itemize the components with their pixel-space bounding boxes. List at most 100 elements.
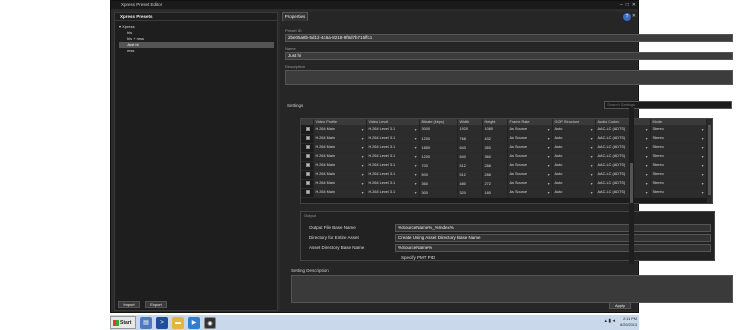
table-cell[interactable]: Auto: [552, 188, 596, 198]
table-row[interactable]: H.264 MainH.264 Level 3.11200640360As So…: [301, 152, 707, 162]
close-window-button[interactable]: ✕: [632, 2, 636, 8]
table-cell[interactable]: H.264 Main: [313, 179, 367, 189]
table-cell[interactable]: H.264 Level 3.1: [366, 179, 420, 189]
start-button[interactable]: Start: [110, 316, 136, 329]
table-row[interactable]: H.264 MainH.264 Level 3.1360480272As Sou…: [301, 179, 707, 189]
table-cell[interactable]: AAC-LC (ADTS): [595, 170, 651, 180]
table-cell[interactable]: Stereo: [650, 170, 707, 180]
table-cell[interactable]: As Source: [507, 125, 553, 135]
close-icon[interactable]: ✕: [632, 13, 636, 19]
minimize-button[interactable]: –: [620, 2, 623, 8]
table-cell[interactable]: 320: [457, 188, 483, 198]
settings-scrollbar[interactable]: [629, 108, 634, 264]
preset-id-field[interactable]: 2be05a8b-5d12-4c6a-8218-9f9d7b715ffc1: [285, 34, 733, 42]
table-cell[interactable]: Stereo: [650, 143, 707, 153]
table-cell[interactable]: H.264 Level 3.1: [366, 170, 420, 180]
table-cell[interactable]: As Source: [507, 134, 553, 144]
table-row[interactable]: H.264 MainH.264 Level 3.1300019201080As …: [301, 125, 707, 135]
table-cell[interactable]: 1200: [419, 134, 458, 144]
table-cell[interactable]: 288: [482, 170, 508, 180]
folder-icon[interactable]: ▬: [172, 317, 184, 329]
table-cell[interactable]: 700: [419, 161, 458, 171]
search-settings-input[interactable]: Search Settings: [604, 101, 732, 109]
server-manager-icon[interactable]: ▤: [140, 317, 152, 329]
table-cell[interactable]: Auto: [552, 125, 596, 135]
table-cell[interactable]: As Source: [507, 143, 553, 153]
table-cell[interactable]: As Source: [507, 188, 553, 198]
table-cell[interactable]: H.264 Level 3.1: [366, 161, 420, 171]
table-cell[interactable]: AAC-LC (ADTS): [595, 125, 651, 135]
table-cell[interactable]: 3000: [419, 125, 458, 135]
table-cell[interactable]: 512: [457, 170, 483, 180]
table-cell[interactable]: H.264 Level 3.1: [366, 143, 420, 153]
table-cell[interactable]: 1200: [419, 152, 458, 162]
table-cell[interactable]: 500: [419, 170, 458, 180]
table-cell[interactable]: Auto: [552, 143, 596, 153]
table-row[interactable]: H.264 MainH.264 Level 3.1300320180As Sou…: [301, 188, 707, 198]
table-cell[interactable]: H.264 Main: [313, 152, 367, 162]
maximize-button[interactable]: □: [626, 2, 629, 8]
media-player-icon[interactable]: ▶: [188, 317, 200, 329]
table-row[interactable]: H.264 MainH.264 Level 3.11200768432As So…: [301, 134, 707, 144]
checkbox-icon[interactable]: [305, 181, 310, 185]
row-checkbox[interactable]: [301, 152, 314, 162]
pmt-pid-label[interactable]: Specify PMT PID: [401, 255, 435, 260]
table-row[interactable]: H.264 MainH.264 Level 3.1700512288As Sou…: [301, 161, 707, 171]
directory-select[interactable]: Create Using Asset Directory Base Name: [395, 234, 711, 242]
table-cell[interactable]: H.264 Main: [313, 161, 367, 171]
table-cell[interactable]: Stereo: [650, 188, 707, 198]
table-cell[interactable]: H.264 Level 3.1: [366, 152, 420, 162]
table-cell[interactable]: Stereo: [650, 179, 707, 189]
table-cell[interactable]: AAC-LC (ADTS): [595, 188, 651, 198]
asset-dir-field[interactable]: %SourceName%: [395, 244, 711, 252]
grid-scroll-thumb[interactable]: [708, 125, 711, 195]
table-cell[interactable]: AAC-LC (ADTS): [595, 152, 651, 162]
row-checkbox[interactable]: [301, 143, 314, 153]
row-checkbox[interactable]: [301, 179, 314, 189]
table-cell[interactable]: AAC-LC (ADTS): [595, 179, 651, 189]
checkbox-icon[interactable]: [305, 172, 310, 176]
table-cell[interactable]: As Source: [507, 179, 553, 189]
grid-scrollbar[interactable]: [707, 119, 712, 203]
table-cell[interactable]: As Source: [507, 170, 553, 180]
row-checkbox[interactable]: [301, 188, 314, 198]
table-cell[interactable]: 288: [482, 161, 508, 171]
table-cell[interactable]: Auto: [552, 134, 596, 144]
table-cell[interactable]: Auto: [552, 152, 596, 162]
table-cell[interactable]: AAC-LC (ADTS): [595, 161, 651, 171]
table-cell[interactable]: H.264 Level 3.1: [366, 125, 420, 135]
table-cell[interactable]: AAC-LC (ADTS): [595, 143, 651, 153]
table-cell[interactable]: 360: [482, 152, 508, 162]
help-icon[interactable]: ?: [623, 13, 631, 21]
table-cell[interactable]: Stereo: [650, 161, 707, 171]
table-cell[interactable]: 300: [419, 188, 458, 198]
table-cell[interactable]: 480: [457, 179, 483, 189]
checkbox-icon[interactable]: [305, 154, 310, 158]
table-cell[interactable]: H.264 Main: [313, 134, 367, 144]
row-checkbox[interactable]: [301, 134, 314, 144]
table-cell[interactable]: 1920: [457, 125, 483, 135]
row-checkbox[interactable]: [301, 125, 314, 135]
table-cell[interactable]: As Source: [507, 152, 553, 162]
row-checkbox[interactable]: [301, 170, 314, 180]
table-cell[interactable]: Auto: [552, 161, 596, 171]
table-cell[interactable]: H.264 Main: [313, 125, 367, 135]
table-cell[interactable]: 640: [457, 152, 483, 162]
import-button[interactable]: Import: [118, 301, 140, 308]
table-cell[interactable]: H.264 Main: [313, 170, 367, 180]
tab-properties[interactable]: Properties: [282, 12, 308, 21]
clock[interactable]: 2:11 PM 8/29/2013: [620, 316, 637, 328]
table-cell[interactable]: 432: [482, 134, 508, 144]
table-cell[interactable]: 640: [457, 143, 483, 153]
table-cell[interactable]: 360: [482, 143, 508, 153]
table-cell[interactable]: Stereo: [650, 152, 707, 162]
base-name-field[interactable]: %SourceName%_%Index%: [395, 224, 711, 232]
checkbox-icon[interactable]: [305, 190, 310, 194]
tree-item-mss[interactable]: mss: [119, 48, 277, 54]
checkbox-icon[interactable]: [305, 136, 310, 140]
settings-scroll-thumb[interactable]: [630, 163, 633, 203]
apply-button[interactable]: Apply: [609, 302, 631, 309]
table-cell[interactable]: H.264 Level 3.1: [366, 188, 420, 198]
export-button[interactable]: Export: [145, 301, 167, 308]
checkbox-icon[interactable]: [305, 145, 310, 149]
